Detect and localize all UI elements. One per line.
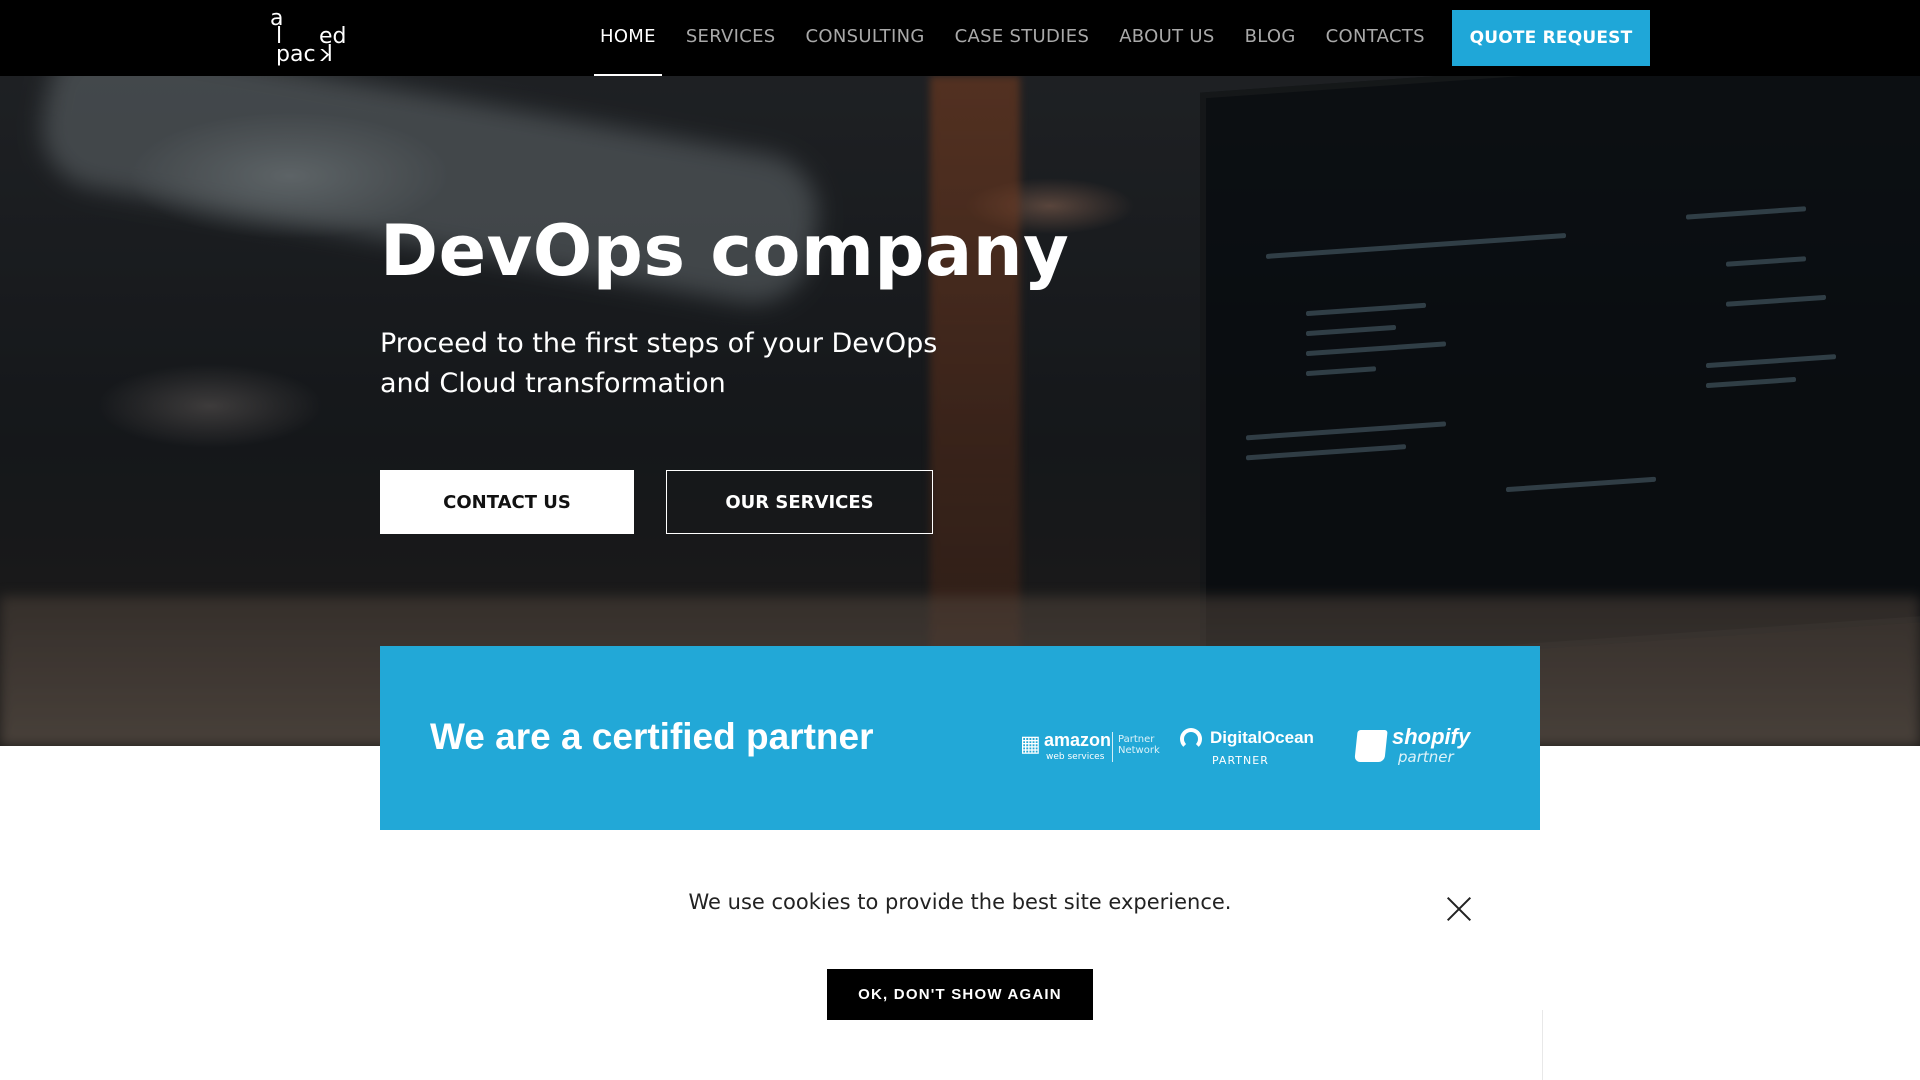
nav-item-case-studies[interactable]: CASE STUDIES (955, 0, 1090, 76)
aws-divider (1112, 732, 1113, 762)
digitalocean-partner-logo: DigitalOcean PARTNER (1180, 726, 1330, 772)
shopify-bag-icon (1354, 730, 1388, 762)
shopify-name: shopify (1392, 724, 1471, 749)
hero-subtitle: Proceed to the first steps of your DevOp… (380, 328, 938, 399)
nav-item-consulting[interactable]: CONSULTING (806, 0, 925, 76)
aws-cubes-icon: ▦ (1020, 732, 1041, 757)
certified-partner-banner: We are a certified partner ▦ amazon web … (380, 646, 1540, 830)
aws-name: amazon (1044, 730, 1112, 750)
nav-item-services[interactable]: SERVICES (686, 0, 776, 76)
digitalocean-name: DigitalOcean (1210, 728, 1314, 747)
logo-letters-pac: pac (276, 42, 316, 67)
logo-letter-k-mirrored: k (320, 42, 333, 67)
cookie-accept-button[interactable]: OK, DON'T SHOW AGAIN (827, 969, 1093, 1020)
main-menu: HOME SERVICES CONSULTING CASE STUDIES AB… (594, 0, 1455, 76)
partner-title: We are a certified partner (430, 716, 874, 757)
nav-item-about-us[interactable]: ABOUT US (1119, 0, 1214, 76)
aws-subtext: web services (1046, 752, 1105, 762)
shopify-partner-text: partner (1398, 748, 1454, 766)
cookie-message: We use cookies to provide the best site … (688, 890, 1232, 914)
site-logo[interactable]: a l ed pac k (268, 6, 358, 68)
divider (1542, 1010, 1543, 1080)
shopify-partner-logo: shopify partner (1354, 724, 1476, 772)
our-services-button[interactable]: OUR SERVICES (666, 470, 933, 534)
nav-item-contacts[interactable]: CONTACTS (1326, 0, 1425, 76)
aws-partner-network-text: Partner Network (1118, 734, 1160, 756)
quote-request-button[interactable]: QUOTE REQUEST (1452, 10, 1650, 66)
close-icon[interactable] (1446, 896, 1472, 922)
nav-item-home[interactable]: HOME (594, 0, 662, 76)
digitalocean-partner-text: PARTNER (1212, 754, 1269, 767)
nav-item-blog[interactable]: BLOG (1245, 0, 1296, 76)
hero-title: DevOps company (380, 210, 1070, 292)
digitalocean-icon (1180, 728, 1202, 750)
contact-us-button[interactable]: CONTACT US (380, 470, 634, 534)
top-navigation-bar: a l ed pac k HOME SERVICES CONSULTING CA… (0, 0, 1920, 76)
aws-partner-logo: ▦ amazon web services Partner Network (1020, 728, 1160, 768)
